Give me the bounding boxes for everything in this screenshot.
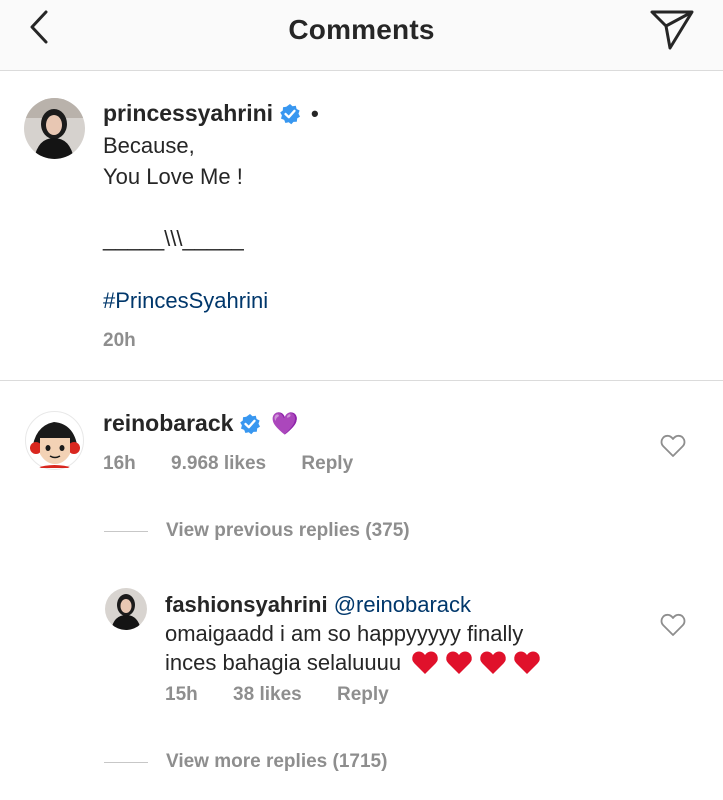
comment-likes[interactable]: 9.968 likes	[171, 453, 266, 474]
post-meta: 20h	[103, 330, 166, 352]
avatar-photo	[105, 588, 147, 630]
direct-send-button[interactable]	[648, 6, 696, 52]
verified-badge-icon	[280, 103, 301, 124]
avatar-cartoon	[24, 410, 85, 471]
reply-meta: 15h 38 likes Reply	[165, 684, 419, 706]
reply-author-avatar[interactable]	[105, 588, 147, 630]
caption-line: Because,	[103, 133, 195, 158]
verified-badge-icon	[240, 413, 261, 434]
avatar-photo	[24, 98, 85, 159]
comment-like-button[interactable]	[660, 434, 686, 458]
reply-time: 15h	[165, 684, 198, 705]
dash-divider	[104, 761, 148, 763]
reply-username[interactable]: fashionsyahrini	[165, 592, 328, 617]
commenter-avatar[interactable]	[24, 410, 85, 471]
reply-text-line: omaigaadd i am so happyyyyy finally	[165, 621, 524, 646]
caption-line	[103, 254, 268, 285]
reply-like-button[interactable]	[660, 613, 686, 637]
red-heart-emoji-icon	[480, 651, 506, 674]
reply-likes[interactable]: 38 likes	[233, 684, 302, 705]
view-more-replies-label: View more replies (1715)	[166, 751, 388, 772]
divider	[0, 380, 723, 381]
dash-divider	[104, 530, 148, 532]
post-author-username[interactable]: princessyahrini	[103, 100, 273, 127]
view-more-replies-button[interactable]: View more replies (1715)	[104, 751, 387, 773]
post-time: 20h	[103, 330, 136, 351]
page-title: Comments	[288, 14, 435, 45]
heart-outline-icon	[660, 613, 686, 636]
reply-mention-link[interactable]: @reinobarack	[334, 592, 471, 617]
post-author-row: princessyahrini •	[103, 100, 319, 127]
heart-outline-icon	[660, 434, 686, 457]
separator-dot: •	[311, 100, 319, 126]
caption-line	[103, 192, 268, 223]
view-previous-replies-label: View previous replies (375)	[166, 520, 410, 541]
comment-time: 16h	[103, 453, 136, 474]
post-author-avatar[interactable]	[24, 98, 85, 159]
top-bar: Comments	[0, 0, 723, 71]
purple-heart-emoji: 💜	[271, 410, 299, 436]
comment-meta: 16h 9.968 likes Reply	[103, 453, 383, 475]
comment-header-row: reinobarack 💜	[103, 410, 299, 437]
reply-reply-button[interactable]: Reply	[337, 684, 389, 705]
red-heart-emoji-icon	[412, 651, 438, 674]
caption-line: _____\\\_____	[103, 226, 244, 251]
caption-line: You Love Me !	[103, 164, 243, 189]
red-heart-emoji-icon	[446, 651, 472, 674]
hashtag-link[interactable]: #PrincesSyahrini	[103, 285, 268, 316]
heart-emoji-row	[411, 650, 541, 676]
comment-username[interactable]: reinobarack	[103, 410, 233, 437]
post-caption: Because, You Love Me ! _____\\\_____ #Pr…	[103, 130, 268, 316]
paper-plane-icon	[650, 10, 694, 50]
view-previous-replies-button[interactable]: View previous replies (375)	[104, 520, 410, 542]
reply-body: fashionsyahrini @reinobarack omaigaadd i…	[165, 590, 665, 677]
comment-reply-button[interactable]: Reply	[301, 453, 353, 474]
red-heart-emoji-icon	[514, 651, 540, 674]
reply-text-line: inces bahagia selaluuuu	[165, 650, 402, 675]
